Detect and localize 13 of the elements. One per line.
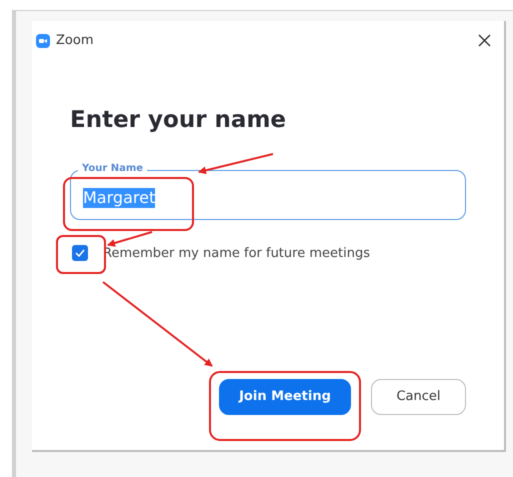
close-icon bbox=[478, 34, 490, 48]
close-button[interactable] bbox=[476, 32, 492, 49]
window-title: Zoom bbox=[56, 32, 94, 50]
arrow bbox=[107, 231, 152, 247]
heading: Enter your name bbox=[70, 108, 288, 132]
highlight-box bbox=[56, 235, 106, 274]
cancel-button[interactable]: Cancel bbox=[371, 379, 466, 415]
remember-checkbox[interactable] bbox=[72, 245, 88, 262]
check-icon bbox=[75, 249, 85, 258]
field-value: Margaret bbox=[83, 188, 156, 208]
field-label: Your Name bbox=[78, 164, 148, 174]
join-button[interactable]: Join Meeting bbox=[219, 379, 351, 415]
camera-icon bbox=[36, 34, 50, 48]
